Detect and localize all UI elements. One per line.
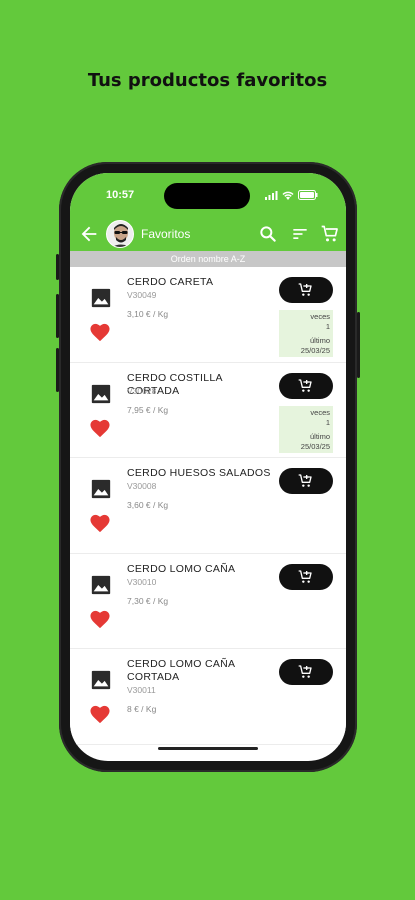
wifi-icon xyxy=(282,191,294,200)
image-icon xyxy=(91,479,111,499)
heart-icon[interactable] xyxy=(89,609,111,629)
product-code: V30049 xyxy=(127,290,157,300)
favorites-list: CERDO CARETA V30049 3,10 € / Kg veces 1 … xyxy=(70,267,346,745)
signal-icon xyxy=(265,190,278,200)
product-price: 8 € / Kg xyxy=(127,704,157,714)
home-indicator[interactable] xyxy=(158,747,258,750)
stats-ultimo-value: 25/03/25 xyxy=(300,346,330,355)
page-title: Favoritos xyxy=(141,227,191,241)
product-name: CERDO CARETA xyxy=(127,276,214,288)
add-to-cart-icon xyxy=(298,378,312,392)
heart-icon[interactable] xyxy=(89,322,111,342)
stats-veces-value: 1 xyxy=(325,417,330,427)
back-arrow-icon[interactable] xyxy=(78,223,100,245)
product-price: 7,30 € / Kg xyxy=(127,595,169,606)
heart-icon[interactable] xyxy=(89,704,111,724)
stats-veces-value: 1 xyxy=(325,322,330,331)
list-item[interactable]: CERDO LOMO CAÑA CORTADA V30011 8 € / Kg xyxy=(70,649,346,745)
search-icon[interactable] xyxy=(258,224,278,244)
add-to-cart-icon xyxy=(298,283,312,296)
status-icons xyxy=(265,190,318,200)
add-to-cart-button[interactable] xyxy=(279,277,333,303)
avatar-icon xyxy=(107,221,133,247)
product-price: 3,10 € / Kg xyxy=(127,309,169,319)
phone-volume-up xyxy=(56,294,59,338)
phone-side-button xyxy=(56,254,59,280)
heart-icon[interactable] xyxy=(89,513,111,533)
stats-veces-label: veces xyxy=(310,407,330,417)
phone-screen: 10:57 Favoritos Orden nombre A-Z CERDO C… xyxy=(70,173,346,761)
product-name: CERDO HUESOS SALADOS xyxy=(127,467,271,479)
battery-icon xyxy=(298,190,318,200)
product-name: CERDO LOMO CAÑA CORTADA xyxy=(127,658,235,683)
status-time: 10:57 xyxy=(106,189,135,201)
product-price: 7,95 € / Kg xyxy=(127,404,169,415)
toolbar: Favoritos xyxy=(70,217,346,251)
add-to-cart-button[interactable] xyxy=(279,563,333,590)
product-code: V30010 xyxy=(127,576,157,587)
product-code: V30008 xyxy=(127,481,157,491)
add-to-cart-icon xyxy=(298,474,312,487)
image-icon xyxy=(91,670,111,690)
sort-icon[interactable] xyxy=(290,224,310,244)
phone-power-button xyxy=(357,312,360,378)
heart-icon[interactable] xyxy=(89,418,111,438)
phone-volume-down xyxy=(56,348,59,392)
dynamic-island xyxy=(164,183,250,209)
list-item[interactable]: CERDO HUESOS SALADOS V30008 3,60 € / Kg xyxy=(70,458,346,554)
stats-veces-label: veces xyxy=(310,312,330,321)
list-item[interactable]: CERDO LOMO CAÑA V30010 7,30 € / Kg xyxy=(70,553,346,649)
add-to-cart-button[interactable] xyxy=(279,372,333,399)
phone-frame: 10:57 Favoritos Orden nombre A-Z CERDO C… xyxy=(56,162,360,772)
sort-order-bar[interactable]: Orden nombre A-Z xyxy=(70,251,346,267)
add-to-cart-button[interactable] xyxy=(279,659,333,685)
avatar[interactable] xyxy=(106,220,134,248)
purchase-stats: veces 1 último 25/03/25 xyxy=(279,310,333,357)
stats-ultimo-label: último xyxy=(309,431,330,441)
add-to-cart-icon xyxy=(298,665,312,678)
list-item[interactable]: CERDO CARETA V30049 3,10 € / Kg veces 1 … xyxy=(70,267,346,363)
purchase-stats: veces 1 último 25/03/25 xyxy=(279,405,333,453)
image-icon xyxy=(91,384,111,403)
product-code: V30011 xyxy=(127,685,156,695)
product-name: CERDO LOMO CAÑA xyxy=(127,562,236,575)
image-icon xyxy=(91,288,111,308)
cart-icon[interactable] xyxy=(320,224,340,244)
add-to-cart-icon xyxy=(298,569,312,583)
add-to-cart-button[interactable] xyxy=(279,468,333,494)
app-bar: 10:57 Favoritos xyxy=(70,173,346,263)
list-item[interactable]: CERDO COSTILLA CORTADA V30028 7,95 € / K… xyxy=(70,362,346,458)
image-icon xyxy=(91,575,111,594)
stats-ultimo-label: último xyxy=(309,336,330,345)
product-price: 3,60 € / Kg xyxy=(127,500,169,510)
page-headline: Tus productos favoritos xyxy=(87,70,328,91)
stats-ultimo-value: 25/03/25 xyxy=(300,441,330,451)
product-code: V30028 xyxy=(127,385,157,396)
